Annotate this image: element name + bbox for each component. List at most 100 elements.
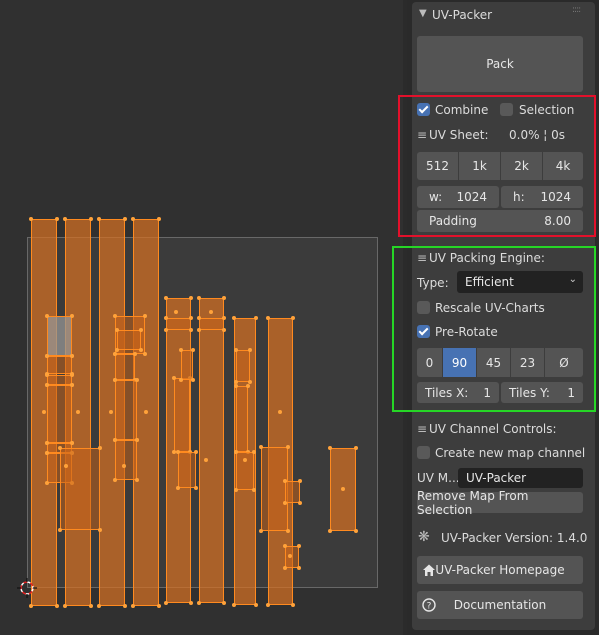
uv-island (236, 386, 248, 452)
uv-vertex (283, 544, 287, 548)
uv-vertex (194, 486, 198, 490)
uv-vertex (209, 310, 213, 314)
uv-island (60, 448, 100, 530)
uv-vertex (157, 217, 161, 221)
uv-island (47, 316, 72, 356)
uv-vertex (179, 378, 183, 382)
uv-vertex (222, 601, 226, 605)
highlight-box-red (398, 95, 596, 237)
uv-vertex (172, 376, 176, 380)
3d-cursor-icon[interactable] (17, 578, 37, 598)
drag-handle-icon[interactable]: :::: (572, 5, 581, 15)
uv-vertex (70, 373, 74, 377)
homepage-label: UV-Packer Homepage (435, 563, 565, 577)
uv-island (174, 378, 190, 452)
uv-vertex (354, 446, 358, 450)
uv-vertex (135, 438, 139, 442)
uv-vertex (70, 383, 74, 387)
uv-vertex (266, 603, 270, 607)
uv-vertex (234, 384, 238, 388)
uv-vertex (189, 316, 193, 320)
uv-vertex (133, 352, 137, 356)
uv-editor-viewport[interactable] (0, 0, 403, 635)
uv-vertex (113, 314, 117, 318)
uv-vertex (131, 217, 135, 221)
uv-vertex (42, 410, 46, 414)
uv-vertex (248, 348, 252, 352)
uv-vertex (291, 316, 295, 320)
uv-vertex (45, 314, 49, 318)
highlight-box-green (392, 246, 596, 412)
list-icon: ≡ (417, 422, 428, 436)
uv-vertex (55, 217, 59, 221)
uv-island (115, 380, 137, 440)
uv-vertex (283, 566, 287, 570)
uv-vertex (64, 464, 68, 468)
panel-title[interactable]: UV-Packer (432, 8, 492, 22)
create-channel-label[interactable]: Create new map channel (435, 446, 585, 460)
pack-button[interactable]: Pack (417, 36, 583, 92)
uv-vertex (29, 604, 33, 608)
uv-vertex (45, 354, 49, 358)
uv-vertex (194, 450, 198, 454)
uv-vertex (164, 328, 168, 332)
uv-vertex (191, 378, 195, 382)
uv-vertex (135, 478, 139, 482)
uv-map-input[interactable]: UV-Packer (458, 468, 583, 488)
uv-island (47, 375, 72, 385)
uv-vertex (222, 328, 226, 332)
uv-vertex (164, 296, 168, 300)
uv-vertex (143, 352, 147, 356)
uv-vertex (259, 529, 263, 533)
uv-vertex (232, 316, 236, 320)
uv-vertex (139, 348, 143, 352)
uv-vertex (63, 604, 67, 608)
uv-vertex (123, 217, 127, 221)
uv-vertex (113, 438, 117, 442)
uv-vertex (283, 501, 287, 505)
uv-island (261, 447, 288, 531)
uv-vertex (70, 314, 74, 318)
uv-island (178, 452, 196, 488)
uv-vertex (297, 544, 301, 548)
uv-vertex (97, 604, 101, 608)
uv-map-label: UV M... (417, 471, 460, 485)
uv-vertex (113, 378, 117, 382)
uv-vertex (123, 604, 127, 608)
uv-vertex (197, 316, 201, 320)
uv-vertex (204, 458, 208, 462)
uv-vertex (189, 328, 193, 332)
uv-vertex (252, 488, 256, 492)
documentation-label: Documentation (453, 598, 547, 612)
uv-vertex (197, 601, 201, 605)
svg-text:?: ? (427, 602, 432, 612)
uv-vertex (29, 217, 33, 221)
documentation-button[interactable]: ? Documentation (417, 591, 583, 619)
uv-vertex (222, 316, 226, 320)
remove-map-button[interactable]: Remove Map From Selection (417, 489, 583, 517)
uv-vertex (266, 316, 270, 320)
uv-vertex (139, 328, 143, 332)
uv-vertex (278, 410, 282, 414)
uv-vertex (189, 601, 193, 605)
uv-vertex (98, 446, 102, 450)
uv-vertex (286, 529, 290, 533)
uv-vertex (328, 446, 332, 450)
uv-island (199, 318, 224, 330)
channel-label: UV Channel Controls: (429, 422, 557, 436)
uv-vertex (298, 479, 302, 483)
uv-vertex (232, 603, 236, 607)
question-icon: ? (422, 598, 436, 612)
gear-icon: ❋ (418, 529, 430, 545)
uv-vertex (254, 603, 258, 607)
uv-island (285, 546, 299, 568)
uv-vertex (70, 441, 74, 445)
create-channel-checkbox[interactable] (417, 446, 430, 459)
uv-vertex (164, 316, 168, 320)
uv-vertex (197, 328, 201, 332)
uv-vertex (98, 528, 102, 532)
uv-vertex (259, 445, 263, 449)
chevron-down-icon[interactable]: ▼ (419, 8, 427, 19)
uv-vertex (234, 348, 238, 352)
homepage-button[interactable]: UV-Packer Homepage (417, 556, 583, 584)
